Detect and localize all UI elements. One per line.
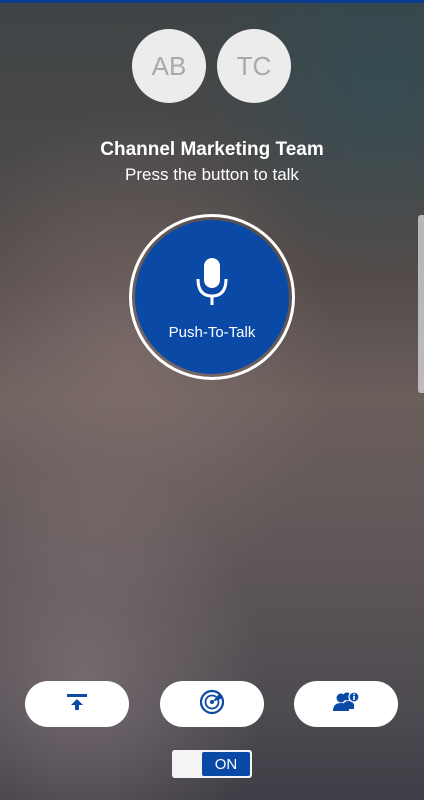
radar-button[interactable]	[160, 681, 264, 727]
channel-name: Channel Marketing Team	[100, 139, 324, 160]
participant-initials: TC	[236, 50, 272, 81]
participant-avatar[interactable]: AB	[132, 29, 206, 103]
toggle-knob	[172, 750, 202, 778]
push-to-talk-button[interactable]: Push-To-Talk	[135, 220, 289, 374]
background	[0, 0, 424, 800]
upload-icon	[66, 693, 88, 716]
contacts-info-button[interactable]	[294, 681, 398, 727]
microphone-icon	[195, 257, 229, 312]
on-off-toggle[interactable]: ON	[172, 750, 252, 778]
radar-icon	[199, 689, 225, 720]
top-accent-line	[0, 0, 424, 3]
upload-button[interactable]	[25, 681, 129, 727]
participant-initials: AB	[151, 50, 187, 81]
contacts-info-icon	[332, 690, 360, 718]
participant-avatar[interactable]: TC	[217, 29, 291, 103]
push-to-talk-ring: Push-To-Talk	[129, 214, 295, 380]
talk-instruction: Press the button to talk	[125, 165, 299, 184]
push-to-talk-label: Push-To-Talk	[168, 324, 256, 341]
toggle-state-label: ON	[202, 752, 250, 776]
side-drawer-handle[interactable]	[418, 215, 424, 393]
